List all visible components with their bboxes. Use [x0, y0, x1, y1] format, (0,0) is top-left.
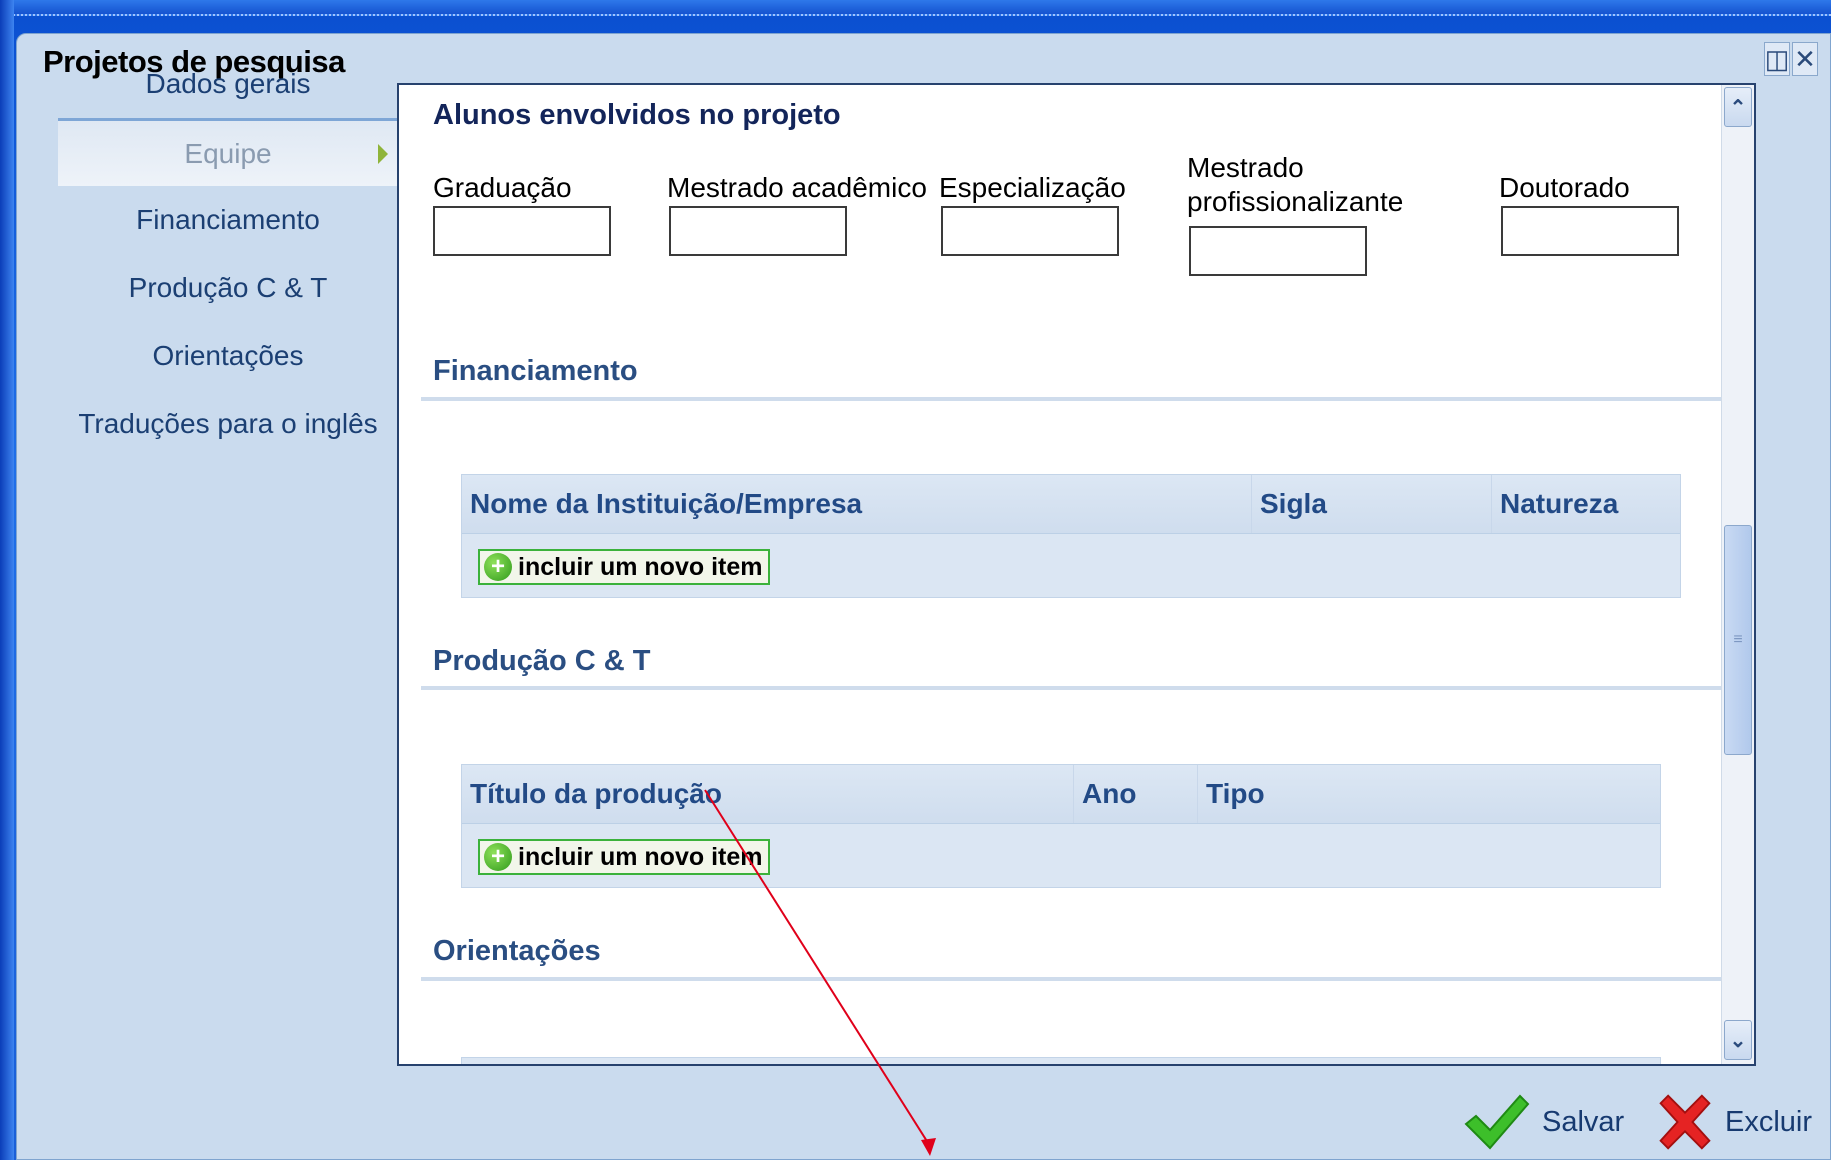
- annotation-arrow: [704, 789, 936, 1156]
